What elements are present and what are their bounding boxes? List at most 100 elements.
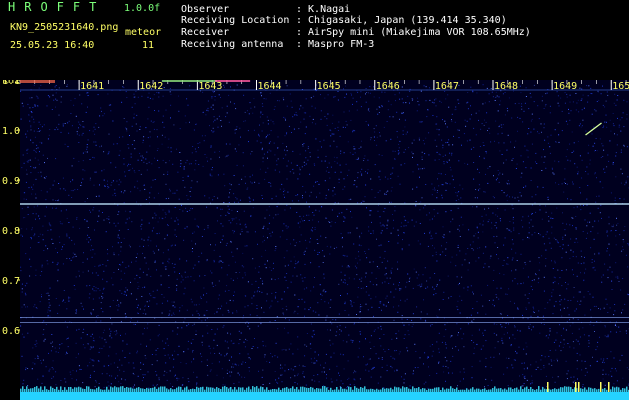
bottom-signal-spike (602, 388, 604, 392)
noise-speck (273, 262, 274, 264)
noise-speck (60, 131, 62, 133)
noise-speck (323, 367, 325, 369)
noise-speck (23, 162, 25, 164)
bottom-signal-spike (56, 386, 58, 392)
noise-speck (141, 238, 143, 240)
noise-speck (566, 183, 568, 185)
noise-speck (618, 126, 620, 128)
noise-speck (184, 318, 186, 320)
noise-speck (543, 123, 545, 125)
noise-speck (201, 341, 203, 343)
noise-speck (131, 144, 133, 146)
noise-speck (185, 207, 187, 209)
noise-speck (114, 189, 116, 191)
bottom-signal-spike (202, 386, 204, 392)
noise-speck (329, 253, 331, 255)
noise-speck (331, 209, 333, 211)
bottom-signal-spike (436, 387, 438, 392)
noise-speck (324, 180, 326, 182)
noise-speck (586, 198, 588, 200)
noise-speck (52, 199, 54, 201)
bottom-signal-spike (588, 387, 590, 392)
noise-speck (320, 299, 322, 300)
noise-speck (249, 102, 251, 104)
bottom-signal-spike (344, 388, 346, 392)
noise-speck (369, 281, 371, 283)
noise-speck (162, 159, 164, 161)
noise-speck (119, 150, 121, 152)
noise-speck (479, 155, 480, 157)
noise-speck (224, 384, 226, 386)
noise-speck (507, 257, 509, 259)
noise-speck (279, 236, 281, 238)
noise-speck (152, 217, 154, 219)
noise-speck (236, 164, 238, 166)
noise-speck (142, 142, 144, 144)
noise-speck (523, 186, 524, 188)
noise-speck (112, 180, 114, 182)
noise-speck (145, 313, 147, 315)
noise-speck (380, 376, 382, 378)
noise-speck (426, 357, 428, 359)
noise-speck (25, 306, 26, 308)
noise-speck (176, 377, 178, 379)
noise-speck (389, 116, 391, 118)
noise-speck (259, 168, 261, 170)
noise-speck (87, 343, 89, 345)
noise-speck (148, 222, 150, 224)
noise-speck (228, 264, 230, 266)
noise-speck (234, 148, 236, 150)
noise-speck (134, 148, 136, 150)
bottom-signal-spike (72, 388, 74, 392)
noise-speck (312, 336, 314, 338)
noise-speck (564, 229, 566, 231)
noise-speck (312, 212, 314, 213)
noise-speck (148, 92, 150, 94)
noise-speck (115, 330, 117, 332)
noise-speck (390, 232, 392, 234)
noise-speck (606, 358, 608, 360)
noise-speck (485, 246, 487, 248)
noise-speck (336, 331, 338, 333)
noise-speck (172, 312, 174, 314)
noise-speck (526, 346, 528, 348)
noise-speck (274, 320, 276, 321)
bottom-signal-spike (356, 387, 358, 392)
noise-speck (86, 144, 88, 145)
noise-speck (327, 94, 329, 96)
noise-speck (613, 102, 615, 104)
noise-speck (314, 351, 316, 353)
noise-speck (302, 107, 304, 109)
bottom-signal-spike (162, 386, 164, 392)
noise-speck (471, 114, 472, 116)
noise-speck (76, 329, 78, 331)
noise-speck (98, 215, 100, 217)
bottom-signal-spike (402, 386, 404, 392)
noise-speck (494, 140, 495, 142)
bottom-signal-spike (30, 388, 32, 392)
noise-speck (125, 222, 127, 224)
noise-speck (479, 223, 481, 225)
noise-speck (433, 294, 435, 296)
noise-speck (93, 286, 95, 287)
bottom-signal-spike (610, 389, 612, 392)
noise-speck (430, 325, 432, 327)
noise-speck (260, 93, 262, 95)
noise-speck (286, 105, 288, 107)
noise-speck (478, 184, 480, 186)
noise-speck (41, 382, 43, 384)
noise-speck (314, 380, 316, 382)
noise-speck (509, 300, 511, 302)
noise-speck (162, 252, 164, 254)
noise-speck (34, 363, 36, 365)
bottom-signal-spike (512, 389, 514, 392)
noise-speck (587, 152, 589, 154)
noise-speck (490, 88, 492, 89)
noise-speck (73, 256, 75, 258)
noise-speck (92, 346, 94, 348)
noise-speck (524, 377, 526, 379)
noise-speck (283, 194, 285, 196)
noise-speck (390, 178, 392, 179)
noise-speck (372, 261, 374, 263)
noise-speck (284, 190, 286, 192)
